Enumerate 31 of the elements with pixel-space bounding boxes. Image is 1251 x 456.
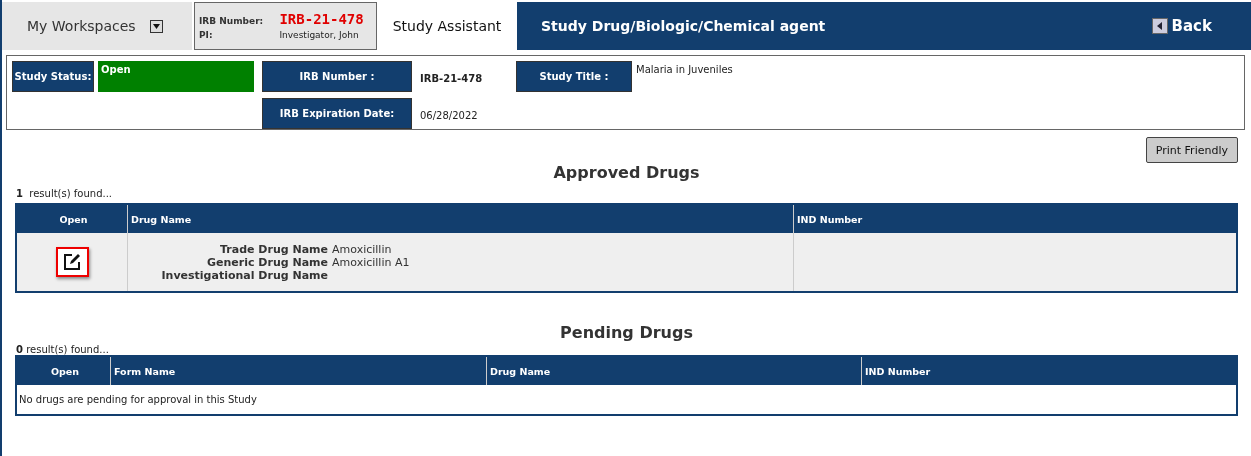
pi-label: PI:	[199, 30, 214, 40]
irb-number-label: IRB Number :	[262, 61, 412, 92]
column-header: Open	[58, 212, 89, 227]
section-heading: Pending Drugs	[559, 323, 694, 342]
section-heading: Approved Drugs	[552, 163, 701, 182]
workspaces-label[interactable]: My Workspaces	[27, 18, 136, 34]
pi-value: Investigator, John	[279, 30, 360, 40]
expiration-date-label: IRB Expiration Date:	[262, 98, 412, 129]
field-label: Trade Drug Name	[219, 242, 328, 256]
edit-button[interactable]	[55, 247, 89, 277]
caret-icon	[152, 23, 160, 29]
status-value: Open	[98, 61, 254, 92]
field-label: Generic Drug Name	[206, 255, 328, 269]
expiration-date-value: 06/28/2022	[419, 109, 479, 123]
irb-number-value: IRB-21-478	[419, 72, 484, 86]
dropdown-button[interactable]	[149, 19, 163, 33]
edit-icon	[62, 252, 82, 272]
irb-number-label: IRB Number:	[199, 16, 265, 26]
field-label: Investigational Drug Name	[160, 268, 328, 282]
result-count: 0 result(s) found...	[16, 344, 110, 355]
status-label: Study Status:	[12, 61, 94, 92]
print-friendly-button[interactable]: Print Friendly	[1145, 137, 1238, 163]
back-button[interactable]: Back	[1145, 16, 1218, 36]
page-title: Study Drug/Biologic/Chemical agent	[541, 18, 826, 34]
field-value: Amoxicillin	[332, 242, 393, 256]
column-header: Open	[49, 364, 81, 379]
study-title-value: Malaria in Juveniles	[636, 63, 733, 77]
result-count: 1 result(s) found...	[16, 188, 113, 199]
field-value: Amoxicillin A1	[332, 255, 410, 269]
study-title-label: Study Title :	[516, 61, 632, 92]
irb-number-value: IRB-21-478	[279, 11, 365, 27]
